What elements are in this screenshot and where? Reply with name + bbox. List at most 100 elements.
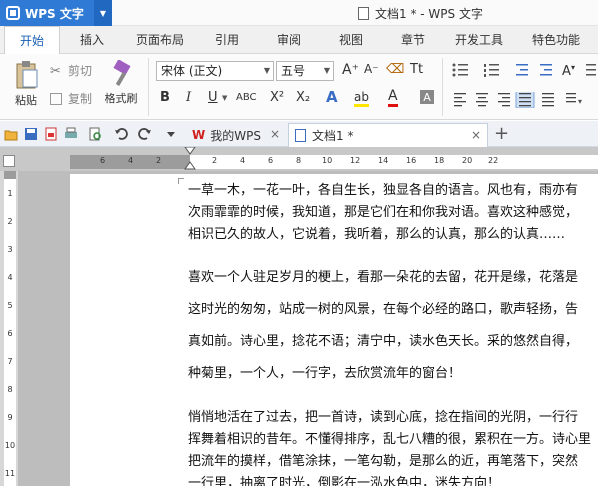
chevron-down-icon: ▼ <box>323 66 330 75</box>
document-line[interactable]: 把流年的摸样，借笔涂抹，一笔勾勒，是那么的近，再笔落下，突然 <box>188 450 578 469</box>
chevron-down-icon: ▼ <box>263 66 270 75</box>
doc-tab-label: 文档1 * <box>312 129 354 143</box>
document-line[interactable]: 喜欢一个人驻足岁月的梗上，看那一朵花的去留，花开是缘，花落是 <box>188 266 578 285</box>
ruler-tick: 10 <box>4 441 16 450</box>
undo-icon[interactable] <box>114 127 128 141</box>
app-menu-dropdown-icon[interactable]: ▼ <box>94 0 112 26</box>
align-buttons[interactable]: ▾ <box>454 92 598 108</box>
save-icon[interactable] <box>24 127 38 141</box>
font-color-button[interactable]: A <box>388 88 398 107</box>
svg-text:▾: ▾ <box>578 97 582 106</box>
ribbon-tabs: 开始 插入 页面布局 引用 审阅 视图 章节 开发工具 特色功能 <box>0 26 598 55</box>
superscript-button[interactable]: X² <box>270 90 284 105</box>
ruler-tick: 10 <box>322 156 333 165</box>
close-icon[interactable]: × <box>270 127 280 141</box>
tab-page-layout[interactable]: 页面布局 <box>124 26 196 54</box>
strikethrough-button[interactable]: ABC <box>236 92 257 103</box>
ruler-text-area <box>190 155 598 169</box>
wps-logo-icon <box>6 6 20 20</box>
tab-view[interactable]: 视图 <box>326 26 376 54</box>
doc-tab-label: 我的WPS <box>210 128 261 143</box>
font-name-select[interactable]: 宋体 (正文) ▼ <box>156 61 274 81</box>
tab-home[interactable]: 开始 <box>4 26 60 55</box>
copy-button[interactable]: 复制 <box>50 90 92 107</box>
ruler-tick: 6 <box>7 329 13 338</box>
highlight-button[interactable]: ab <box>354 90 369 107</box>
clear-format-button[interactable]: ⌫ <box>386 62 404 77</box>
tab-section[interactable]: 章节 <box>388 26 438 54</box>
char-shading-icon: A <box>423 90 431 104</box>
subscript-button[interactable]: X₂ <box>296 90 310 105</box>
doc-tab-document1[interactable]: 文档1 * × <box>288 123 488 147</box>
close-icon[interactable]: × <box>471 128 481 142</box>
horizontal-ruler[interactable]: 6 4 2 2 4 6 8 10 12 14 16 18 20 22 <box>70 147 598 170</box>
document-line[interactable]: 种菊里，一个人，一行字，去欣赏流年的窗台！ <box>188 362 461 381</box>
shrink-font-button[interactable]: A⁻ <box>364 62 379 76</box>
ribbon-divider <box>442 58 443 116</box>
ruler-tick: 16 <box>406 156 417 165</box>
document-line[interactable]: 挥舞着相识的昔年。不懂得排序，乱七八糟的很，累积在一方。诗心里 <box>188 428 591 447</box>
paste-button[interactable]: 粘贴 <box>6 60 46 108</box>
ruler-tick: 22 <box>488 156 499 165</box>
char-shading-button[interactable]: A <box>420 90 434 104</box>
ruler-tick: 2 <box>212 156 218 165</box>
customize-dropdown-icon[interactable] <box>164 127 178 141</box>
paste-icon <box>16 61 38 89</box>
tab-insert[interactable]: 插入 <box>66 26 118 54</box>
copy-icon <box>50 92 62 105</box>
ruler-tick: 6 <box>268 156 274 165</box>
text-effect-button[interactable]: A <box>326 88 338 106</box>
document-workspace: 一草一木，一花一叶，各自生长，独显各自的语言。风也有，雨亦有 次雨霏霏的时候，我… <box>18 171 598 486</box>
tab-developer[interactable]: 开发工具 <box>446 26 512 54</box>
print-icon[interactable] <box>64 127 78 141</box>
app-menu-button[interactable]: WPS 文字 ▼ <box>0 0 112 26</box>
underline-button[interactable]: U <box>208 90 218 105</box>
pinyin-button[interactable]: Tt <box>410 62 423 77</box>
new-tab-button[interactable]: + <box>494 123 509 144</box>
font-name-value: 宋体 (正文) <box>161 64 223 78</box>
window-title-text: 文档1 * - WPS 文字 <box>375 7 483 21</box>
grow-font-icon: A⁺ <box>342 62 359 78</box>
underline-icon: U <box>208 90 218 105</box>
ruler-tick: 14 <box>378 156 389 165</box>
format-painter-button[interactable]: 格式刷 <box>100 60 142 106</box>
redo-icon[interactable] <box>138 127 152 141</box>
title-bar: WPS 文字 ▼ 文档1 * - WPS 文字 <box>0 0 598 26</box>
document-line[interactable]: 次雨霏霏的时候，我知道，那是它们在和你我对语。喜欢这种感觉， <box>188 201 578 220</box>
document-line[interactable]: 悄悄地活在了过去，把一首诗，读到心底，捻在指间的光阴，一行行 <box>188 406 578 425</box>
ruler-tick: 4 <box>240 156 246 165</box>
underline-dropdown[interactable]: ▼ <box>222 94 227 102</box>
vertical-ruler[interactable]: 1 2 3 4 5 6 7 8 9 10 11 <box>0 171 18 486</box>
print-preview-icon[interactable] <box>88 127 102 141</box>
document-page[interactable]: 一草一木，一花一叶，各自生长，独显各自的语言。风也有，雨亦有 次雨霏霏的时候，我… <box>70 174 598 486</box>
tab-stop-selector[interactable] <box>3 155 15 167</box>
svg-text:A: A <box>562 64 571 78</box>
strikethrough-icon: ABC <box>236 92 257 103</box>
ruler-tick: 20 <box>462 156 473 165</box>
export-pdf-icon[interactable] <box>44 127 58 141</box>
document-line[interactable]: 真如前。诗心里，捻花不语；清宁中，读水色天长。采的悠然自得， <box>188 330 578 349</box>
document-line[interactable]: 一行里，抽离了时光，倒影在一泓水色中，迷失方向！ <box>188 472 500 486</box>
doc-tab-my-wps[interactable]: W 我的WPS × <box>186 123 286 147</box>
tab-special[interactable]: 特色功能 <box>520 26 592 54</box>
tab-review[interactable]: 审阅 <box>264 26 314 54</box>
font-size-select[interactable]: 五号 ▼ <box>276 61 334 81</box>
format-painter-icon <box>113 60 131 87</box>
document-line[interactable]: 一草一木，一花一叶，各自生长，独显各自的语言。风也有，雨亦有 <box>188 179 578 198</box>
document-line[interactable]: 相识已久的故人，它说着，我听着，那么的认真，那么的认真…… <box>188 223 565 242</box>
italic-button[interactable]: I <box>186 90 191 105</box>
indent-marker-icon[interactable] <box>184 147 196 171</box>
open-folder-icon[interactable] <box>4 127 18 141</box>
ruler-tick: 1 <box>7 189 13 198</box>
document-line[interactable]: 这时光的匆匆，站成一树的风景，在每个必经的路口，歌声轻扬，告 <box>188 298 578 317</box>
tab-references[interactable]: 引用 <box>202 26 252 54</box>
cut-label: 剪切 <box>68 64 93 78</box>
cut-button[interactable]: ✂ 剪切 <box>50 62 92 79</box>
bold-button[interactable]: B <box>160 90 170 105</box>
grow-font-button[interactable]: A⁺ <box>342 62 359 78</box>
wps-logo-icon: W <box>192 128 206 142</box>
italic-icon: I <box>186 90 192 105</box>
paste-label: 粘贴 <box>15 94 37 107</box>
text-effect-icon: A <box>326 88 338 106</box>
list-buttons[interactable]: A ▾ <box>450 62 598 78</box>
